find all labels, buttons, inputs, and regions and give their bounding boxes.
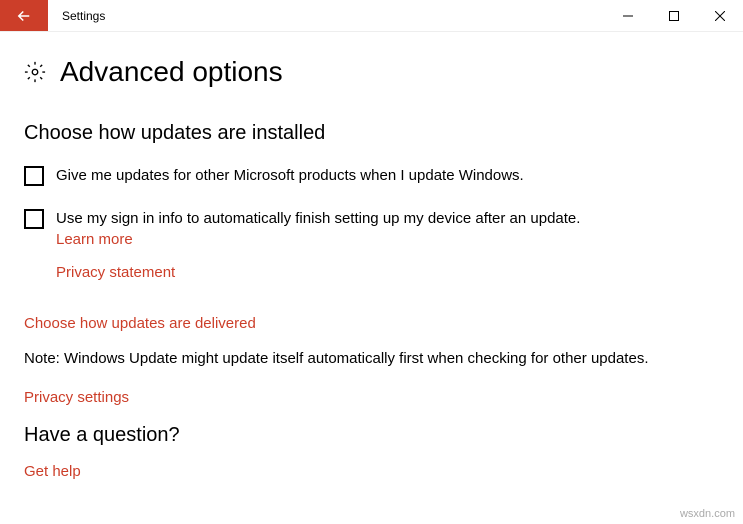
checkbox-label-signin: Use my sign in info to automatically fin… — [56, 208, 580, 229]
privacy-settings-link[interactable]: Privacy settings — [24, 389, 719, 406]
arrow-left-icon — [15, 7, 33, 25]
checkbox-label-other-products: Give me updates for other Microsoft prod… — [56, 165, 524, 186]
content-area: Advanced options Choose how updates are … — [0, 32, 743, 505]
close-button[interactable] — [697, 0, 743, 31]
privacy-statement-link[interactable]: Privacy statement — [56, 264, 719, 281]
titlebar: Settings — [0, 0, 743, 32]
back-button[interactable] — [0, 0, 48, 31]
section-heading-updates: Choose how updates are installed — [24, 122, 719, 145]
minimize-icon — [623, 11, 633, 21]
gear-icon — [24, 61, 46, 83]
page-title: Advanced options — [60, 56, 283, 88]
section-heading-question: Have a question? — [24, 424, 719, 447]
minimize-button[interactable] — [605, 0, 651, 31]
maximize-button[interactable] — [651, 0, 697, 31]
checkbox-row-other-products: Give me updates for other Microsoft prod… — [24, 165, 719, 186]
watermark: wsxdn.com — [680, 508, 735, 520]
window-controls — [605, 0, 743, 31]
checkbox-other-products[interactable] — [24, 166, 44, 186]
delivery-link[interactable]: Choose how updates are delivered — [24, 315, 719, 332]
checkbox-signin[interactable] — [24, 209, 44, 229]
note-text: Note: Windows Update might update itself… — [24, 350, 719, 367]
close-icon — [715, 11, 725, 21]
app-title: Settings — [48, 0, 605, 31]
learn-more-link[interactable]: Learn more — [56, 231, 133, 248]
maximize-icon — [669, 11, 679, 21]
page-header: Advanced options — [24, 56, 719, 88]
get-help-link[interactable]: Get help — [24, 463, 81, 480]
checkbox-row-signin: Use my sign in info to automatically fin… — [24, 208, 719, 229]
